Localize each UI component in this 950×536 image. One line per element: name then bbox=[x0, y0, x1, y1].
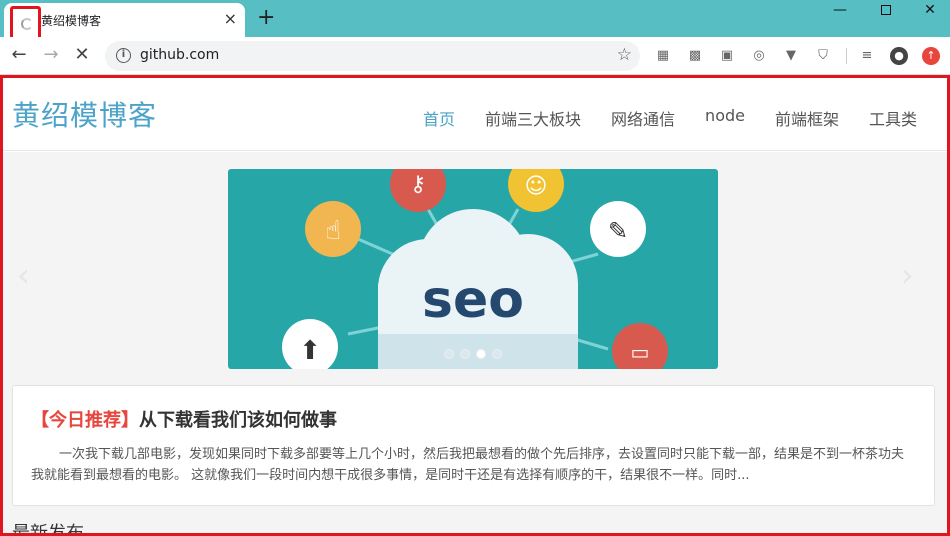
active-tab[interactable]: 黄绍模博客 × bbox=[4, 3, 245, 40]
svg-text:⚷: ⚷ bbox=[410, 172, 426, 197]
toolbar-divider bbox=[846, 48, 847, 64]
window-close-button[interactable]: ✕ bbox=[910, 2, 950, 18]
carousel-dot[interactable] bbox=[492, 349, 502, 359]
maximize-icon bbox=[881, 5, 891, 15]
carousel-banner[interactable]: seo ☝ ⚷ ☺ ✎ ⬆ ▭ bbox=[228, 169, 718, 369]
site-info-icon[interactable]: i bbox=[116, 48, 131, 63]
forward-button[interactable]: → bbox=[40, 45, 62, 65]
extension-circle-icon[interactable]: ◎ bbox=[750, 47, 768, 65]
nav-tools[interactable]: 工具类 bbox=[869, 106, 917, 130]
svg-text:☝: ☝ bbox=[325, 216, 341, 246]
site-header: 黄绍模博客 首页 前端三大板块 网络通信 node 前端框架 工具类 bbox=[3, 78, 947, 151]
nav-frameworks[interactable]: 前端框架 bbox=[775, 106, 839, 130]
nav-node[interactable]: node bbox=[705, 106, 745, 130]
browser-toolbar: ← → ✕ i github.com ☆ ▦ ▩ ▣ ◎ ▼ ⛉ ≡ ● ↑ bbox=[0, 37, 950, 75]
tab-close-button[interactable]: × bbox=[224, 9, 237, 29]
seo-illustration: seo ☝ ⚷ ☺ ✎ ⬆ ▭ bbox=[282, 169, 668, 369]
svg-text:⬆: ⬆ bbox=[299, 336, 321, 366]
extension-vue-icon[interactable]: ▼ bbox=[782, 47, 800, 65]
profile-avatar-icon[interactable]: ● bbox=[890, 47, 908, 65]
page-viewport-highlight: 黄绍模博客 首页 前端三大板块 网络通信 node 前端框架 工具类 seo ☝… bbox=[0, 75, 950, 536]
maximize-button[interactable] bbox=[866, 2, 906, 19]
seo-text: seo bbox=[422, 270, 524, 330]
media-queue-icon[interactable]: ≡ bbox=[858, 47, 876, 65]
url-text[interactable]: github.com bbox=[140, 47, 219, 63]
main-nav: 首页 前端三大板块 网络通信 node 前端框架 工具类 bbox=[423, 106, 947, 130]
minimize-button[interactable]: — bbox=[820, 2, 860, 18]
address-bar[interactable]: i github.com ☆ bbox=[105, 41, 640, 71]
carousel-indicators bbox=[444, 349, 508, 359]
svg-text:✎: ✎ bbox=[608, 217, 628, 245]
nav-network[interactable]: 网络通信 bbox=[611, 106, 675, 130]
svg-text:☺: ☺ bbox=[525, 174, 548, 199]
tab-strip: 黄绍模博客 × + — ✕ bbox=[0, 0, 950, 40]
svg-text:▭: ▭ bbox=[631, 340, 650, 364]
back-button[interactable]: ← bbox=[8, 45, 30, 65]
tab-loading-highlight bbox=[10, 6, 41, 40]
extension-grid-icon[interactable]: ▩ bbox=[686, 47, 704, 65]
extension-cast-icon[interactable]: ▣ bbox=[718, 47, 736, 65]
featured-article-title[interactable]: 【今日推荐】从下载看我们该如何做事 bbox=[31, 406, 337, 432]
carousel-dot-active[interactable] bbox=[476, 349, 486, 359]
loading-spinner-icon bbox=[21, 18, 33, 30]
featured-title-text[interactable]: 从下载看我们该如何做事 bbox=[139, 410, 337, 431]
bookmark-star-icon[interactable]: ☆ bbox=[617, 45, 632, 65]
carousel-dot[interactable] bbox=[460, 349, 470, 359]
carousel-dot[interactable] bbox=[444, 349, 454, 359]
new-tab-button[interactable]: + bbox=[257, 6, 275, 30]
stop-loading-button[interactable]: ✕ bbox=[71, 45, 93, 65]
extension-store-icon[interactable]: ▦ bbox=[654, 47, 672, 65]
update-arrow-icon[interactable]: ↑ bbox=[922, 47, 940, 65]
site-logo[interactable]: 黄绍模博客 bbox=[12, 94, 157, 134]
nav-home[interactable]: 首页 bbox=[423, 106, 455, 130]
carousel-prev-button[interactable]: ‹ bbox=[17, 256, 30, 294]
tab-title: 黄绍模博客 bbox=[41, 14, 102, 28]
today-recommend-tag: 【今日推荐】 bbox=[31, 410, 139, 431]
extension-shield-icon[interactable]: ⛉ bbox=[814, 47, 832, 65]
nav-frontend-basics[interactable]: 前端三大板块 bbox=[485, 106, 581, 130]
featured-article-excerpt: 一次我下载几部电影，发现如果同时下载多部要等上几个小时，然后我把最想看的做个先后… bbox=[31, 447, 905, 483]
featured-article-card[interactable]: 【今日推荐】从下载看我们该如何做事 一次我下载几部电影，发现如果同时下载多部要等… bbox=[12, 385, 935, 506]
carousel-next-button[interactable]: › bbox=[901, 256, 914, 294]
latest-posts-heading: 最新发布 bbox=[12, 523, 84, 536]
